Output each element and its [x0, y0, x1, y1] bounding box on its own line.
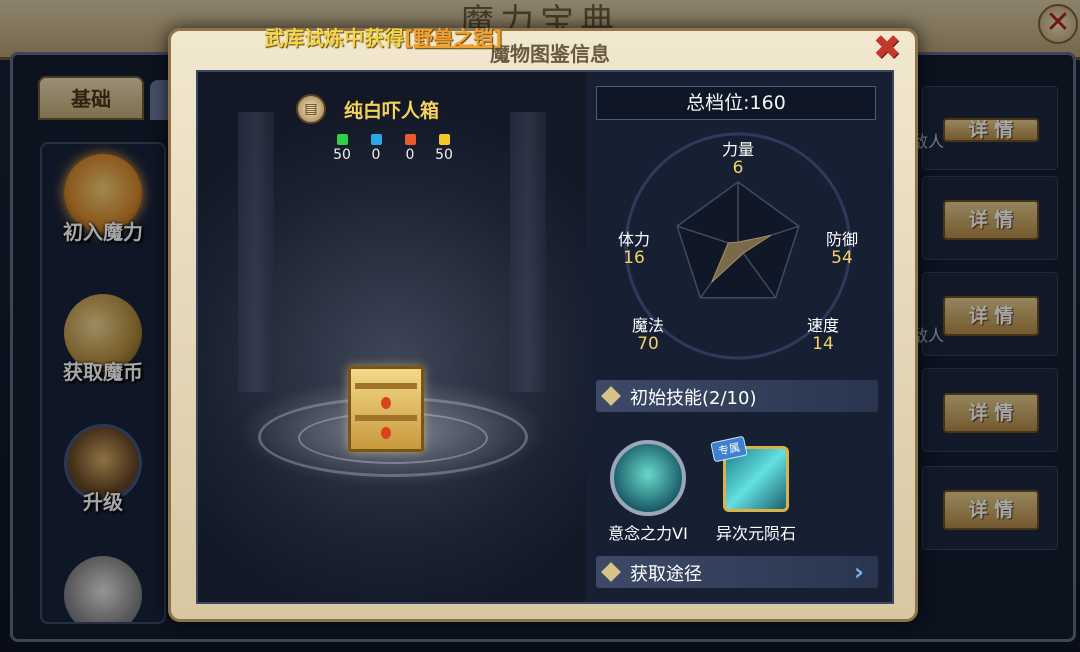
meteor-icon: 专属 [710, 435, 789, 512]
stat-label: 速度 [806, 316, 839, 335]
skills-header: 初始技能(2/10) [596, 380, 878, 412]
marquee-item-link[interactable]: [野兽之铠] [404, 26, 502, 50]
chest-icon: ▤ [296, 94, 326, 124]
monster-name-plate: ▤ 纯白吓人箱 [296, 94, 476, 124]
marquee-text: 武库试炼中获得 [264, 26, 404, 50]
stat-speed: 速度 14 [793, 316, 853, 354]
monster-model-chest [348, 366, 424, 452]
stat-value: 16 [623, 248, 645, 268]
stat-value: 6 [732, 158, 744, 178]
fire-icon [404, 134, 416, 145]
stat-stamina: 体力 16 [604, 230, 664, 268]
pillar [510, 112, 546, 392]
stat-value: 70 [637, 334, 659, 354]
earth-attribute: 50 [330, 134, 354, 163]
pillar [238, 112, 274, 392]
source-button[interactable]: 获取途径 › [596, 556, 878, 588]
wind-icon [438, 134, 450, 145]
radar-grid [676, 181, 800, 299]
stat-value: 14 [812, 334, 834, 354]
mind-power-icon [610, 440, 686, 516]
stat-magic: 魔法 70 [618, 316, 678, 354]
chevron-right-icon: › [854, 558, 864, 586]
chest-band [355, 383, 417, 389]
diamond-icon [601, 386, 621, 406]
diamond-icon [601, 562, 621, 582]
skill-name: 异次元陨石 [715, 524, 796, 543]
stat-strength: 力量 6 [708, 140, 768, 178]
skill-meteor[interactable]: 专属 异次元陨石 [706, 435, 806, 544]
chest-gem [381, 427, 391, 439]
monster-name: 纯白吓人箱 [344, 100, 440, 122]
stat-defense: 防御 54 [812, 230, 872, 268]
chest-gem [381, 397, 391, 409]
element-attributes: 50 0 0 50 [330, 134, 460, 168]
stat-label: 体力 [617, 230, 650, 249]
attribute-value: 50 [333, 147, 351, 163]
stat-label: 力量 [721, 140, 754, 159]
attribute-value: 0 [405, 147, 415, 163]
attribute-value: 50 [435, 147, 453, 163]
water-attribute: 0 [364, 134, 388, 163]
water-icon [370, 134, 382, 145]
earth-icon [336, 134, 348, 145]
chest-band [355, 415, 417, 421]
skill-mind-power[interactable]: 意念之力VI [598, 440, 698, 544]
stat-value: 54 [831, 248, 853, 268]
stat-label: 防御 [825, 230, 858, 249]
skill-name: 意念之力VI [608, 524, 688, 543]
total-rank: 总档位:160 [596, 86, 876, 120]
skills-header-label: 初始技能(2/10) [630, 388, 757, 409]
attribute-value: 0 [371, 147, 381, 163]
stat-label: 魔法 [631, 316, 664, 335]
fire-attribute: 0 [398, 134, 422, 163]
wind-attribute: 50 [432, 134, 456, 163]
source-label: 获取途径 [630, 564, 702, 585]
popup-close-icon[interactable]: ✖ [872, 31, 902, 65]
broadcast-marquee: 武库试炼中获得[野兽之铠] [264, 22, 502, 51]
